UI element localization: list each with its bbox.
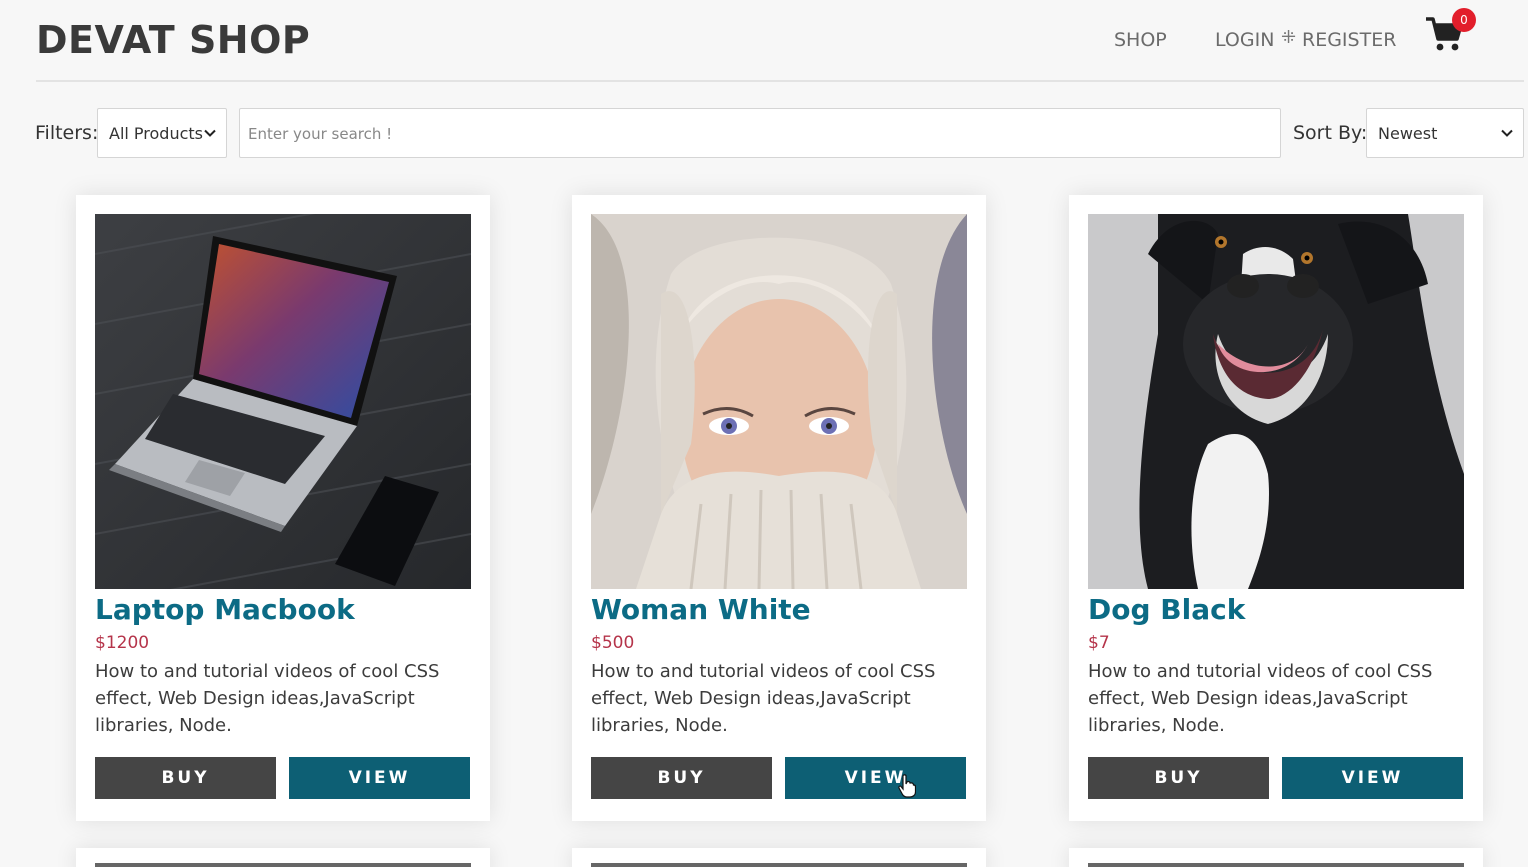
- chevron-down-icon: [204, 129, 216, 137]
- product-card: Dog Black $7 How to and tutorial videos …: [1069, 195, 1483, 821]
- product-description: How to and tutorial videos of cool CSS e…: [1088, 661, 1433, 736]
- view-button[interactable]: VIEW: [785, 757, 966, 799]
- nav-login-link[interactable]: LOGIN: [1215, 29, 1274, 51]
- nav-separator: ⁜: [1281, 27, 1297, 48]
- sort-select[interactable]: Newest: [1366, 108, 1524, 158]
- filters-label: Filters:: [35, 122, 99, 144]
- nav-shop-link[interactable]: SHOP: [1114, 29, 1167, 51]
- product-title[interactable]: Woman White: [591, 593, 811, 626]
- product-card: [1069, 848, 1483, 867]
- hand-cursor-icon: [898, 774, 916, 798]
- product-price: $1200: [95, 633, 150, 653]
- nav-register-link[interactable]: REGISTER: [1302, 29, 1396, 51]
- sort-select-value: Newest: [1378, 124, 1438, 143]
- category-select[interactable]: All Products: [97, 108, 227, 158]
- buy-button[interactable]: BUY: [1088, 757, 1269, 799]
- buy-button[interactable]: BUY: [95, 757, 276, 799]
- view-button[interactable]: VIEW: [289, 757, 470, 799]
- product-title[interactable]: Dog Black: [1088, 593, 1245, 626]
- product-description: How to and tutorial videos of cool CSS e…: [95, 661, 440, 736]
- product-price: $7: [1088, 633, 1110, 653]
- product-card: [572, 848, 986, 867]
- category-select-value: All Products: [109, 124, 204, 143]
- product-image-edge: [1088, 863, 1464, 867]
- header: DEVAT SHOP SHOP LOGIN ⁜ REGISTER: [36, 0, 1524, 82]
- search-placeholder: Enter your search !: [248, 125, 393, 143]
- buy-button[interactable]: BUY: [591, 757, 772, 799]
- product-title[interactable]: Laptop Macbook: [95, 593, 355, 626]
- product-price: $500: [591, 633, 635, 653]
- sort-label: Sort By:: [1293, 122, 1368, 144]
- chevron-down-icon: [1501, 129, 1513, 137]
- product-card: Laptop Macbook $1200 How to and tutorial…: [76, 195, 490, 821]
- product-image-dog[interactable]: [1088, 214, 1464, 589]
- shop-page: DEVAT SHOP SHOP LOGIN ⁜ REGISTER 0 Filte…: [0, 0, 1528, 867]
- cart-count-badge: 0: [1452, 8, 1476, 32]
- view-button[interactable]: VIEW: [1282, 757, 1463, 799]
- product-image-woman[interactable]: [591, 214, 967, 589]
- brand-logo[interactable]: DEVAT SHOP: [36, 18, 310, 62]
- product-card: [76, 848, 490, 867]
- product-image-edge: [95, 863, 471, 867]
- product-image-laptop[interactable]: [95, 214, 471, 589]
- product-description: How to and tutorial videos of cool CSS e…: [591, 661, 936, 736]
- product-image-edge: [591, 863, 967, 867]
- product-card: Woman White $500 How to and tutorial vid…: [572, 195, 986, 821]
- search-input[interactable]: Enter your search !: [239, 108, 1281, 158]
